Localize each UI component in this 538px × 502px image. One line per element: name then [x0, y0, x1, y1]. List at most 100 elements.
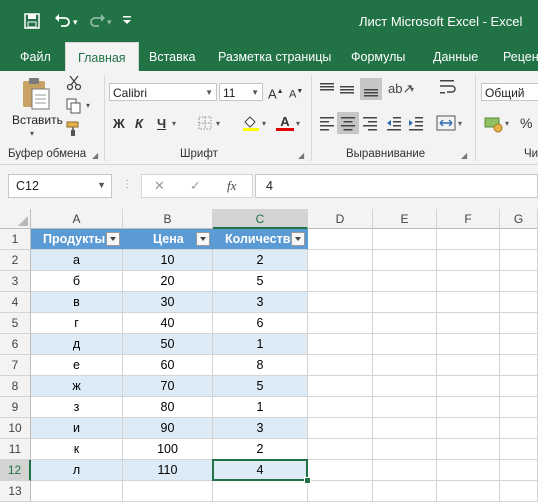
redo-dropdown-icon[interactable]: ▾: [107, 13, 112, 31]
cell-d4[interactable]: [308, 292, 373, 313]
font-color-dropdown-icon[interactable]: ▾: [296, 119, 300, 128]
row-header-3[interactable]: 3: [0, 271, 31, 292]
column-header-b[interactable]: B: [123, 209, 213, 229]
cell-b5[interactable]: 40: [123, 313, 213, 334]
cell-c8[interactable]: 5: [213, 376, 308, 397]
align-center-button[interactable]: [337, 112, 359, 134]
increase-font-icon[interactable]: A▲: [268, 83, 284, 103]
cell-f13[interactable]: [437, 481, 500, 502]
row-header-7[interactable]: 7: [0, 355, 31, 376]
tab-page-layout[interactable]: Разметка страницы: [218, 44, 331, 71]
cell-d12[interactable]: [308, 460, 373, 481]
enter-icon[interactable]: ✓: [190, 178, 201, 194]
cell-a11[interactable]: к: [31, 439, 123, 460]
cell-d5[interactable]: [308, 313, 373, 334]
filter-dropdown-icon[interactable]: [106, 232, 120, 246]
cell-f11[interactable]: [437, 439, 500, 460]
cell-g13[interactable]: [500, 481, 538, 502]
save-icon[interactable]: [24, 13, 40, 31]
cell-b12[interactable]: 110: [123, 460, 213, 481]
cell-a7[interactable]: е: [31, 355, 123, 376]
borders-icon[interactable]: [198, 116, 212, 134]
cell-d11[interactable]: [308, 439, 373, 460]
cell-g12[interactable]: [500, 460, 538, 481]
cell-f2[interactable]: [437, 250, 500, 271]
cell-b7[interactable]: 60: [123, 355, 213, 376]
column-header-d[interactable]: D: [308, 209, 373, 229]
tab-home[interactable]: Главная: [65, 42, 139, 72]
row-header-6[interactable]: 6: [0, 334, 31, 355]
copy-dropdown-icon[interactable]: ▾: [86, 101, 90, 110]
cell-g9[interactable]: [500, 397, 538, 418]
cut-icon[interactable]: [66, 75, 82, 95]
tab-data[interactable]: Данные: [433, 44, 478, 71]
borders-dropdown-icon[interactable]: ▾: [216, 119, 220, 128]
orientation-dropdown-icon[interactable]: ▾: [410, 85, 414, 94]
undo-icon[interactable]: [54, 13, 72, 31]
cell-a8[interactable]: ж: [31, 376, 123, 397]
cell-g11[interactable]: [500, 439, 538, 460]
cell-d9[interactable]: [308, 397, 373, 418]
font-launcher-icon[interactable]: ◢: [298, 151, 304, 160]
cell-f9[interactable]: [437, 397, 500, 418]
cell-a1[interactable]: Продукты: [31, 229, 123, 250]
tab-insert[interactable]: Вставка: [149, 44, 195, 71]
tab-formulas[interactable]: Формулы: [351, 44, 405, 71]
fill-color-icon[interactable]: [242, 114, 260, 136]
cell-b6[interactable]: 50: [123, 334, 213, 355]
fill-color-dropdown-icon[interactable]: ▾: [262, 119, 266, 128]
cell-a12[interactable]: л: [31, 460, 123, 481]
cell-d6[interactable]: [308, 334, 373, 355]
select-all-corner[interactable]: [0, 209, 31, 229]
cell-a6[interactable]: д: [31, 334, 123, 355]
font-size-combo[interactable]: 11 ▼: [219, 83, 263, 101]
column-header-f[interactable]: F: [437, 209, 500, 229]
column-header-e[interactable]: E: [373, 209, 437, 229]
underline-button[interactable]: Ч: [157, 115, 166, 133]
cell-e7[interactable]: [373, 355, 437, 376]
cell-f5[interactable]: [437, 313, 500, 334]
tab-file[interactable]: Файл: [20, 44, 51, 71]
row-header-8[interactable]: 8: [0, 376, 31, 397]
cell-e11[interactable]: [373, 439, 437, 460]
row-header-1[interactable]: 1: [0, 229, 31, 250]
cell-c9[interactable]: 1: [213, 397, 308, 418]
cell-d3[interactable]: [308, 271, 373, 292]
clipboard-launcher-icon[interactable]: ◢: [92, 151, 98, 160]
cell-a2[interactable]: а: [31, 250, 123, 271]
accounting-dropdown-icon[interactable]: ▾: [505, 119, 509, 128]
cell-c1[interactable]: Количество: [213, 229, 308, 250]
cell-g3[interactable]: [500, 271, 538, 292]
cell-d7[interactable]: [308, 355, 373, 376]
filter-dropdown-icon[interactable]: [291, 232, 305, 246]
row-header-11[interactable]: 11: [0, 439, 31, 460]
cell-e5[interactable]: [373, 313, 437, 334]
format-painter-icon[interactable]: [66, 121, 82, 141]
cell-e3[interactable]: [373, 271, 437, 292]
cell-b10[interactable]: 90: [123, 418, 213, 439]
row-header-10[interactable]: 10: [0, 418, 31, 439]
paste-icon[interactable]: [20, 77, 52, 114]
cell-e13[interactable]: [373, 481, 437, 502]
row-header-12[interactable]: 12: [0, 460, 31, 481]
cell-c11[interactable]: 2: [213, 439, 308, 460]
cell-c7[interactable]: 8: [213, 355, 308, 376]
row-header-4[interactable]: 4: [0, 292, 31, 313]
cell-g10[interactable]: [500, 418, 538, 439]
cell-d8[interactable]: [308, 376, 373, 397]
underline-dropdown-icon[interactable]: ▾: [172, 119, 176, 128]
cell-b11[interactable]: 100: [123, 439, 213, 460]
cell-e9[interactable]: [373, 397, 437, 418]
cell-e8[interactable]: [373, 376, 437, 397]
cell-a3[interactable]: б: [31, 271, 123, 292]
cell-c5[interactable]: 6: [213, 313, 308, 334]
cell-d2[interactable]: [308, 250, 373, 271]
align-middle-icon[interactable]: [339, 81, 355, 100]
formula-input[interactable]: 4: [255, 174, 538, 198]
cell-b13[interactable]: [123, 481, 213, 502]
cell-c6[interactable]: 1: [213, 334, 308, 355]
cell-g2[interactable]: [500, 250, 538, 271]
cell-b9[interactable]: 80: [123, 397, 213, 418]
insert-function-icon[interactable]: fx: [227, 178, 236, 194]
alignment-launcher-icon[interactable]: ◢: [461, 151, 467, 160]
